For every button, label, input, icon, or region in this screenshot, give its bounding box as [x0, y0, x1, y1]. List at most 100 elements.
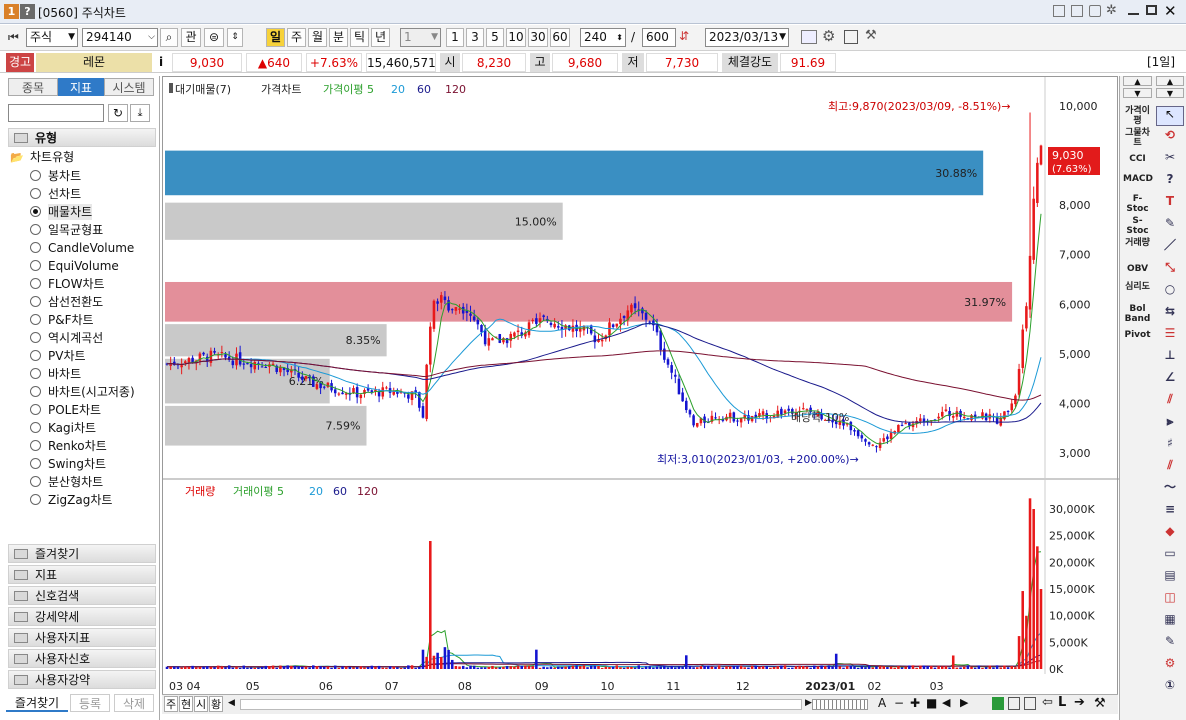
text-tool-icon[interactable]: T [1158, 195, 1182, 207]
chart-type-radio-10[interactable] [30, 350, 41, 361]
cursor-icon[interactable]: ⇦ [1042, 695, 1053, 710]
download-icon[interactable]: ⤓ [130, 104, 150, 122]
chart-type-radio-8[interactable] [30, 314, 41, 325]
period-year-button[interactable]: 년 [371, 28, 390, 47]
close-icon[interactable]: ✕ [1164, 2, 1177, 20]
list-tool-icon[interactable]: ≡ [1158, 503, 1182, 515]
cut-tool-icon[interactable]: ✂ [1158, 151, 1182, 163]
quick-5-button[interactable]: 5 [486, 28, 504, 47]
minimize-icon[interactable] [1128, 13, 1139, 15]
first-item-icon[interactable]: ⏮ [8, 30, 24, 44]
favorites-tab[interactable]: 즐겨찾기 [6, 694, 68, 712]
scroll-right-icon[interactable]: ▶ [805, 698, 812, 708]
chart-type-label-16[interactable]: Swing차트 [48, 456, 106, 472]
l-icon[interactable]: L [1058, 695, 1066, 710]
group-type[interactable]: 유형 [8, 128, 156, 147]
print-icon[interactable] [1008, 697, 1020, 710]
quick-10-button[interactable]: 10 [506, 28, 526, 47]
tab-bottom-2[interactable]: 시 [194, 696, 208, 712]
chart-area[interactable]: 30.88% 15.00% 31.97% 8.35% 6.21% 7.59% 10,000… [162, 76, 1119, 699]
copy-window-icon[interactable] [1071, 5, 1083, 17]
chart-type-label-18[interactable]: ZigZag차트 [48, 492, 112, 508]
channel-tool-icon[interactable]: ⫽ [1158, 393, 1182, 405]
chart-type-radio-5[interactable] [30, 260, 41, 271]
chart-type-label-11[interactable]: 바차트 [48, 366, 81, 382]
doc-tool-icon[interactable]: ▤ [1158, 569, 1182, 581]
pointer-icon[interactable]: ↖ [1156, 106, 1184, 126]
delete-button[interactable]: 삭제 [114, 694, 154, 712]
indicator-0[interactable]: 가격이평 [1123, 106, 1152, 126]
grid-icon[interactable] [1024, 697, 1036, 710]
tab-stock[interactable]: 종목 [8, 78, 58, 96]
info-icon[interactable]: i [156, 53, 166, 72]
subgroup-chart-type[interactable]: 차트유형 [30, 148, 74, 165]
indicator-6[interactable]: 거래량 [1123, 238, 1152, 248]
extend-tool-icon[interactable]: ⤡ [1158, 261, 1182, 273]
chart-type-radio-18[interactable] [30, 494, 41, 505]
kwan-button[interactable]: 관 [181, 28, 201, 47]
period-week-button[interactable]: 주 [287, 28, 306, 47]
interval-select[interactable]: 1 ▼ [400, 28, 441, 47]
chart-type-radio-9[interactable] [30, 332, 41, 343]
fib-tool-icon[interactable]: ⇆ [1158, 305, 1182, 317]
chart-type-label-2[interactable]: 매물차트 [48, 204, 93, 220]
tab-indicator[interactable]: 지표 [58, 78, 104, 96]
link-icon[interactable]: ⊜ [204, 28, 224, 47]
category-5[interactable]: 사용자신호 [8, 649, 156, 668]
line-tool-icon[interactable]: ／ [1158, 239, 1182, 251]
date-select[interactable]: 2023/03/13 ▼ [705, 28, 789, 47]
category-2[interactable]: 신호검색 [8, 586, 156, 605]
chart-type-radio-14[interactable] [30, 422, 41, 433]
circle-tool-icon[interactable]: ○ [1158, 283, 1182, 295]
chart-type-radio-11[interactable] [30, 368, 41, 379]
save-icon[interactable] [844, 30, 858, 44]
wrench-icon[interactable]: ⚒ [1094, 696, 1106, 711]
fit-icon[interactable]: ■ [926, 696, 937, 710]
market-select[interactable]: 주식 ▼ [26, 28, 78, 47]
settings-icon[interactable]: ✲ [1106, 3, 1117, 18]
scroll-down2-icon[interactable]: ▼ [1156, 88, 1184, 98]
indicator-5[interactable]: S-Stoc [1123, 216, 1152, 236]
wave-tool-icon[interactable]: 〜 [1158, 481, 1182, 493]
chart-type-label-12[interactable]: 바차트(시고저종) [48, 384, 135, 400]
category-0[interactable]: 즐겨찾기 [8, 544, 156, 563]
indicator-search-input[interactable] [8, 104, 104, 122]
gear-icon[interactable]: ⚙ [822, 27, 835, 45]
indicator-7[interactable]: OBV [1123, 264, 1152, 274]
par-tool-icon[interactable]: ⫽ [1158, 459, 1182, 471]
zoom-slider[interactable] [812, 699, 868, 710]
category-1[interactable]: 지표 [8, 565, 156, 584]
chart-type-radio-1[interactable] [30, 188, 41, 199]
indicator-10[interactable]: Pivot [1123, 330, 1152, 340]
tools-icon[interactable]: ⚒ [865, 28, 877, 43]
chart-type-label-8[interactable]: P&F차트 [48, 312, 94, 328]
zoom-in-icon[interactable]: ✚ [910, 696, 920, 710]
undo-tool-icon[interactable]: ⟲ [1158, 129, 1182, 141]
chart-type-label-10[interactable]: PV차트 [48, 348, 86, 364]
chart-tool-icon[interactable]: ◫ [1158, 591, 1182, 603]
horizontal-scrollbar[interactable] [240, 699, 802, 710]
chart-type-radio-12[interactable] [30, 386, 41, 397]
tab-bottom-1[interactable]: 현 [179, 696, 193, 712]
grid-tool-icon[interactable]: ♯ [1158, 437, 1182, 449]
quick-1-button[interactable]: 1 [446, 28, 464, 47]
chart-type-label-13[interactable]: POLE차트 [48, 402, 101, 418]
chart-type-radio-0[interactable] [30, 170, 41, 181]
scroll-down-icon[interactable]: ▼ [1123, 88, 1152, 98]
chart-type-radio-3[interactable] [30, 224, 41, 235]
stock-chart[interactable]: 30.88%15.00%31.97%8.35%6.21%7.59% 10,000… [163, 77, 1119, 699]
indicator-2[interactable]: CCI [1123, 154, 1152, 164]
register-button[interactable]: 등록 [70, 694, 110, 712]
quick-3-button[interactable]: 3 [466, 28, 484, 47]
category-4[interactable]: 사용자지표 [8, 628, 156, 647]
scroll-up2-icon[interactable]: ▲ [1156, 76, 1184, 86]
quick-60-button[interactable]: 60 [550, 28, 570, 47]
indicator-1[interactable]: 그물차트 [1123, 128, 1152, 148]
camera-icon[interactable] [1089, 5, 1101, 17]
help-icon[interactable]: ? [20, 4, 35, 19]
refresh-icon[interactable]: ⇵ [679, 29, 689, 43]
chart-type-label-0[interactable]: 봉차트 [48, 168, 81, 184]
table-tool-icon[interactable]: ▦ [1158, 613, 1182, 625]
chart-type-radio-2[interactable] [30, 206, 41, 217]
period-month-button[interactable]: 월 [308, 28, 327, 47]
